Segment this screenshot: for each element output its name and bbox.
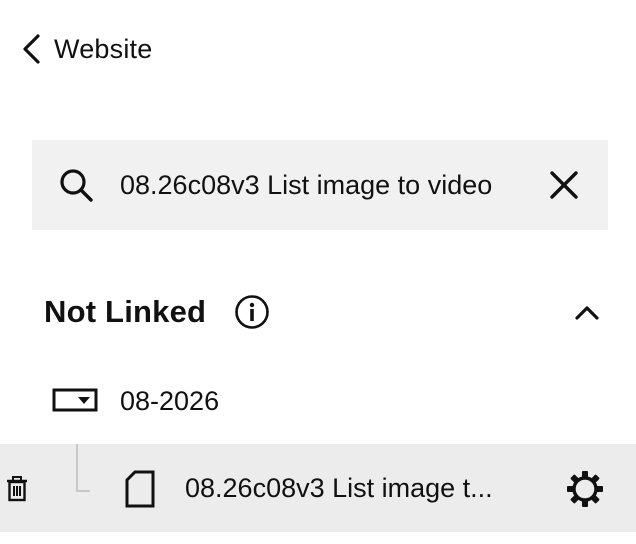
folder-dropdown-icon <box>52 388 100 414</box>
search-input[interactable] <box>120 162 552 208</box>
search-box <box>32 140 608 230</box>
close-icon <box>550 171 578 199</box>
back-to-website-link[interactable]: Website <box>20 30 152 68</box>
trash-icon[interactable] <box>6 476 28 502</box>
gear-icon[interactable] <box>566 470 604 508</box>
back-link-label: Website <box>54 34 153 64</box>
folder-row[interactable]: 08-2026 <box>52 378 612 424</box>
chevron-up-icon[interactable] <box>572 298 602 326</box>
folder-label: 08-2026 <box>120 386 220 416</box>
chevron-left-icon <box>20 30 42 68</box>
search-icon <box>58 167 94 203</box>
section-title: Not Linked <box>44 294 207 329</box>
info-icon[interactable] <box>234 294 270 330</box>
not-linked-section-header: Not Linked <box>44 288 604 336</box>
tree-connector-line <box>76 444 90 492</box>
pages-panel: Website Not Linked <box>0 0 636 544</box>
page-label: 08.26c08v3 List image t... <box>185 473 493 503</box>
page-row-selected[interactable]: 08.26c08v3 List image t... <box>0 444 636 532</box>
page-icon <box>124 470 156 508</box>
clear-search-button[interactable] <box>548 169 580 201</box>
